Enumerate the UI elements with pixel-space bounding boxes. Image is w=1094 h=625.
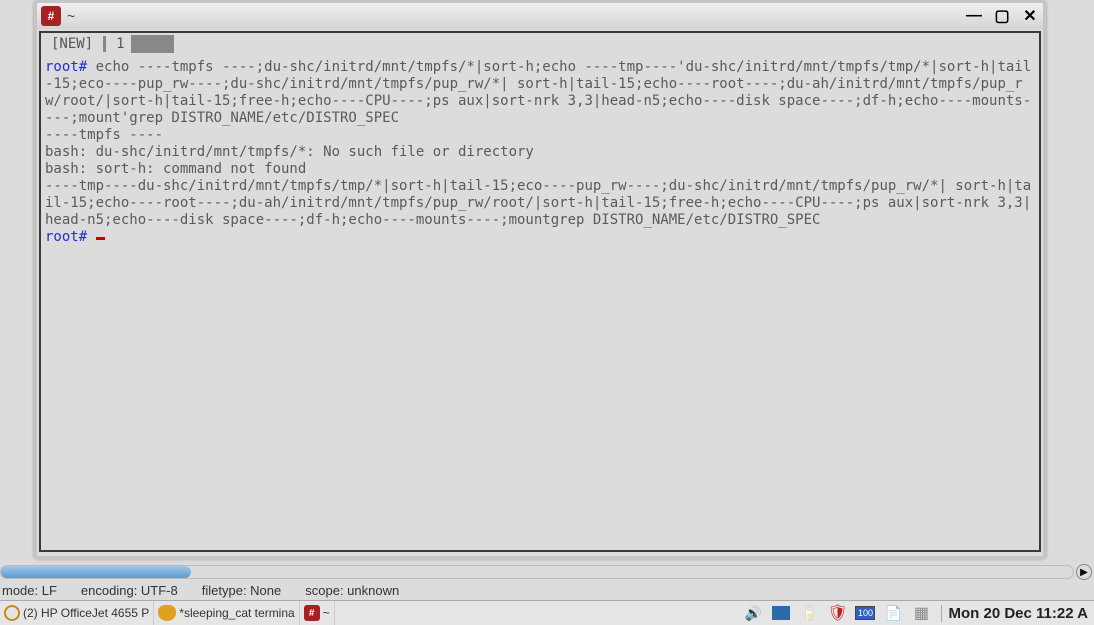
taskbar-item-label: (2) HP OfficeJet 4655 P bbox=[23, 606, 149, 620]
status-mode: mode: LF bbox=[2, 583, 57, 598]
command-line-1: echo ----tmpfs ----;du-shc/initrd/mnt/tm… bbox=[45, 59, 1031, 126]
editor-statusbar: mode: LF encoding: UTF-8 filetype: None … bbox=[0, 581, 1094, 600]
system-tray: 100 bbox=[737, 604, 937, 622]
terminal-inner: [NEW] 1 root# echo ----tmpfs ----;du-shc… bbox=[39, 31, 1041, 552]
status-filetype: filetype: None bbox=[202, 583, 282, 598]
scrollbar-thumb[interactable] bbox=[1, 566, 191, 578]
taskbar: (2) HP OfficeJet 4655 P *sleeping_cat te… bbox=[0, 600, 1094, 625]
scrollbar-track[interactable] bbox=[0, 565, 1074, 579]
tab-new-label: [NEW] bbox=[45, 36, 99, 52]
terminal-tabbar[interactable]: [NEW] 1 bbox=[41, 33, 1039, 55]
taskbar-item-terminal[interactable]: *sleeping_cat termina bbox=[154, 601, 299, 625]
output-line-3: bash: sort-h: command not found bbox=[45, 161, 306, 177]
terminal-icon: # bbox=[304, 605, 320, 621]
scroll-right-button[interactable]: ▶ bbox=[1076, 564, 1092, 580]
settings-icon[interactable] bbox=[911, 604, 931, 622]
tab-active-indicator bbox=[131, 35, 175, 53]
close-button[interactable]: ✕ bbox=[1021, 7, 1039, 25]
window-title: ~ bbox=[67, 8, 959, 24]
app-icon: # bbox=[41, 6, 61, 26]
printer-icon bbox=[4, 605, 20, 621]
tab-divider bbox=[103, 36, 106, 52]
disk-icon[interactable] bbox=[799, 604, 819, 622]
notes-icon[interactable] bbox=[883, 604, 903, 622]
taskbar-item-terminal-2[interactable]: # ~ bbox=[300, 601, 335, 625]
volume-icon[interactable] bbox=[743, 604, 763, 622]
prompt-2: root# bbox=[45, 229, 87, 245]
terminal-window: # ~ — ▢ ✕ [NEW] 1 root# echo ----tmpfs -… bbox=[34, 0, 1046, 559]
firewall-icon[interactable] bbox=[827, 604, 847, 622]
output-line-2: bash: du-shc/initrd/mnt/tmpfs/*: No such… bbox=[45, 144, 534, 160]
taskbar-item-printer[interactable]: (2) HP OfficeJet 4655 P bbox=[0, 601, 154, 625]
cursor bbox=[96, 237, 105, 240]
status-scope: scope: unknown bbox=[305, 583, 399, 598]
taskbar-item-label: *sleeping_cat termina bbox=[179, 606, 294, 620]
output-line-1: ----tmpfs ---- bbox=[45, 127, 163, 143]
maximize-button[interactable]: ▢ bbox=[993, 7, 1011, 25]
terminal-body[interactable]: root# echo ----tmpfs ----;du-shc/initrd/… bbox=[41, 55, 1039, 250]
network-icon[interactable] bbox=[771, 604, 791, 622]
status-encoding: encoding: UTF-8 bbox=[81, 583, 178, 598]
window-controls: — ▢ ✕ bbox=[965, 7, 1039, 25]
battery-icon[interactable]: 100 bbox=[855, 604, 875, 622]
horizontal-scrollbar[interactable]: ▶ bbox=[0, 563, 1094, 581]
tab-number[interactable]: 1 bbox=[110, 36, 130, 52]
minimize-button[interactable]: — bbox=[965, 7, 983, 25]
output-line-4: ----tmp----du-shc/initrd/mnt/tmpfs/tmp/*… bbox=[45, 178, 1031, 228]
cat-icon bbox=[158, 605, 176, 621]
titlebar[interactable]: # ~ — ▢ ✕ bbox=[37, 3, 1043, 29]
taskbar-item-label: ~ bbox=[323, 606, 330, 620]
prompt: root# bbox=[45, 59, 87, 75]
taskbar-clock[interactable]: Mon 20 Dec 11:22 A bbox=[941, 605, 1094, 622]
